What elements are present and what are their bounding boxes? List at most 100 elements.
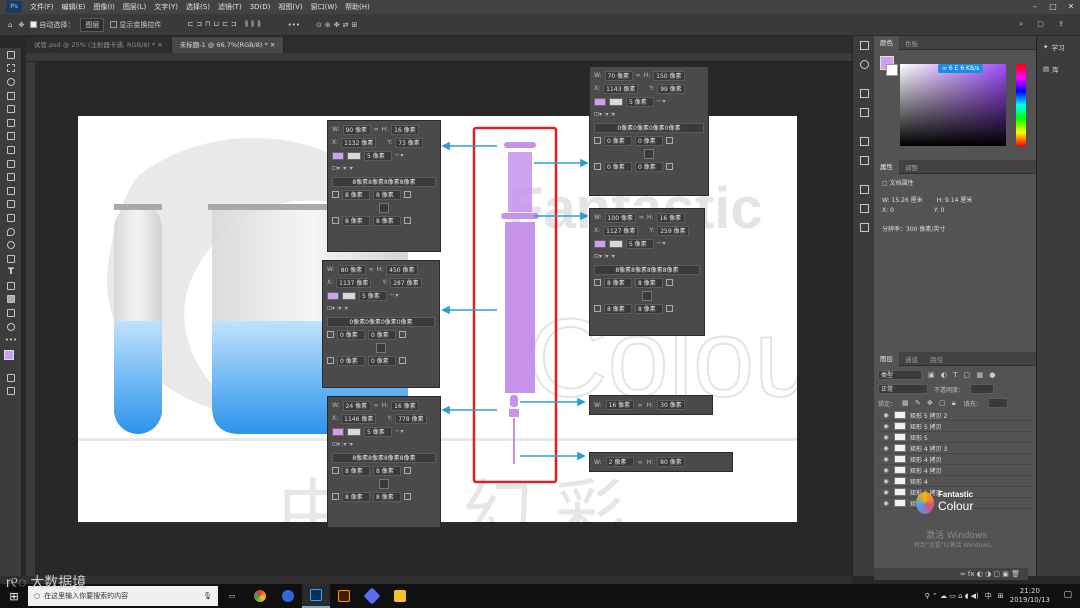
background-color[interactable] [886,64,898,76]
radius-bl-field[interactable]: 0 像素 [337,355,365,366]
height-field[interactable]: 16 像素 [391,400,420,411]
y-field[interactable]: 287 像素 [390,277,422,288]
radius-tl-field[interactable]: 8 像素 [342,465,370,476]
stroke-width-field[interactable]: 5 像素 [626,96,654,107]
radius-tr-field[interactable]: 8 像素 [373,189,401,200]
width-field[interactable]: 100 像素 [604,212,636,223]
gradient-tool-icon[interactable] [0,211,22,225]
microphone-icon[interactable]: 🎙︎ [203,592,212,600]
horizontal-ruler[interactable] [26,53,852,62]
tab-color[interactable]: 颜色 [874,35,899,50]
link-icon[interactable]: ∞ [638,402,643,409]
radius-tr-field[interactable]: 8 像素 [635,277,663,288]
input-mode-icon[interactable]: ⊞ [998,592,1004,600]
x-field[interactable]: 1143 像素 [603,83,639,94]
align-icons[interactable]: ⊡▾ ⫶▾ ⫶▾ [332,165,353,173]
auto-select-dropdown[interactable]: 图层 [80,17,105,32]
show-transform-checkbox[interactable]: 显示变换控件 [110,20,161,30]
foreground-color[interactable] [4,350,14,361]
eraser-tool-icon[interactable] [0,198,22,212]
radius-bl-field[interactable]: 8 像素 [604,303,632,314]
menu-image[interactable]: 图像(I) [89,2,119,12]
browser-icon[interactable] [274,584,302,608]
glyphs-icon[interactable] [853,199,875,218]
radius-bl-field[interactable]: 8 像素 [342,491,370,502]
chrome-icon[interactable] [246,584,274,608]
eye-icon[interactable]: ◉ [878,412,894,419]
radius-tl-field[interactable]: 0 像素 [337,329,365,340]
width-field[interactable]: 16 像素 [605,400,634,410]
ime-indicator[interactable]: 中 [985,591,992,601]
stamp-tool-icon[interactable] [0,170,22,184]
menu-edit[interactable]: 编辑(E) [58,2,90,12]
radius-tr-field[interactable]: 0 像素 [368,329,396,340]
tray-icons[interactable]: ⚲ ⌃ ☁ ▭ ⌂ ◖ ◀) [925,592,979,600]
tab-layers[interactable]: 图层 [874,351,899,366]
notification-icon[interactable]: ▢ [1063,590,1072,600]
fill-field[interactable] [987,398,1008,408]
3d-mode-icons[interactable]: ⊙⊛✥⇄⊞ [316,21,360,29]
radius-br-field[interactable]: 8 像素 [373,491,401,502]
link-icon[interactable]: ∞ [639,214,644,221]
width-field[interactable]: 80 像素 [337,264,366,275]
radius-br-field[interactable]: 8 像素 [373,215,401,226]
eyedropper-icon[interactable] [0,130,22,144]
checkbox-icon[interactable] [110,21,118,28]
menu-3d[interactable]: 3D(D) [246,3,275,11]
align-icons[interactable]: ⊡▾ ⫶▾ ⫶▾ [594,111,615,119]
link-radii-icon[interactable] [379,478,389,489]
height-field[interactable]: 30 像素 [657,400,686,410]
pen-tool-icon[interactable] [0,252,22,266]
zoom-tool-icon[interactable] [0,320,22,334]
layers-footer-icons[interactable]: ∞ fx ◐ ◑ ▢ ▣ 🗑︎ [874,568,1028,580]
magic-wand-icon[interactable] [0,89,22,103]
crop-tool-icon[interactable] [0,102,22,116]
tab-channels[interactable]: 通道 [899,354,924,364]
brush-settings-icon[interactable] [853,84,875,103]
align-icons[interactable]: ⊡▾ ⫶▾ ⫶▾ [594,253,615,261]
stroke-style-icon[interactable]: ─ ▾ [657,240,666,247]
height-field[interactable]: 16 像素 [656,212,685,223]
y-field[interactable]: 73 像素 [395,137,424,148]
color-field[interactable] [900,64,1006,146]
menu-help[interactable]: 帮助(H) [341,2,374,12]
radius-tl-field[interactable]: 8 像素 [604,277,632,288]
y-field[interactable]: 99 像素 [657,83,686,94]
stroke-swatch[interactable] [609,239,623,248]
tab-properties[interactable]: 属性 [874,159,899,174]
move-tool-icon[interactable] [0,48,22,62]
link-icon[interactable]: ∞ [638,459,643,466]
task-view-icon[interactable]: ▭ [218,584,246,608]
stroke-swatch[interactable] [347,427,361,436]
eye-icon[interactable]: ◉ [878,423,894,430]
eye-icon[interactable]: ◉ [878,500,894,507]
stroke-width-field[interactable]: 5 像素 [364,150,392,161]
close-icon[interactable]: ✕ [157,41,162,49]
width-field[interactable]: 90 像素 [342,124,371,135]
brushes-icon[interactable] [853,103,875,122]
stroke-style-icon[interactable]: ─ ▾ [395,428,404,435]
stroke-swatch[interactable] [609,97,623,106]
auto-select-checkbox[interactable]: 自动选择： [30,20,74,30]
history-brush-icon[interactable] [0,184,22,198]
3d-icon[interactable] [853,180,875,199]
healing-brush-icon[interactable] [0,143,22,157]
tab-untitled-1[interactable]: 未标题-1 @ 66.7%(RGB/8) * ✕ [171,37,285,53]
height-field[interactable]: 150 像素 [653,70,685,81]
path-select-icon[interactable] [0,279,22,293]
photoshop-taskbar-icon[interactable] [302,584,330,608]
home-icon[interactable]: ⌂ [8,21,12,29]
link-radii-icon[interactable] [642,290,652,301]
layer-row[interactable]: ◉ 矩形 4 拷贝 3 [878,443,1032,454]
link-radii-icon[interactable] [644,148,654,159]
stroke-width-field[interactable]: 5 像素 [626,238,654,249]
maximize-icon[interactable]: □ [1044,0,1062,14]
link-icon[interactable]: ∞ [374,402,379,409]
x-field[interactable]: 1146 像素 [341,413,377,424]
lasso-tool-icon[interactable] [0,75,22,89]
layer-row[interactable]: ◉ 矩形 5 [878,432,1032,443]
eye-icon[interactable]: ◉ [878,478,894,485]
radius-tl-field[interactable]: 0 像素 [604,135,632,146]
radius-bl-field[interactable]: 0 像素 [604,161,632,172]
vertical-ruler[interactable] [26,62,35,576]
